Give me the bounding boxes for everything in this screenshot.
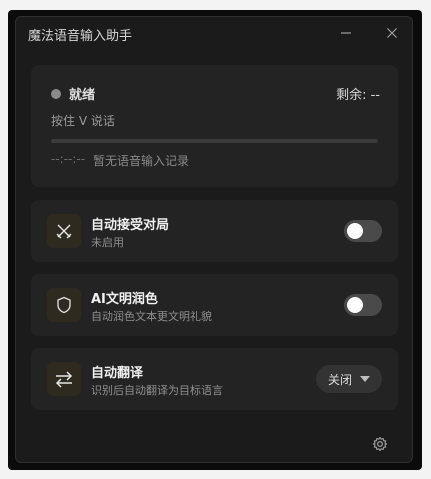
status-label: 就绪 bbox=[69, 88, 96, 103]
feature-icon-box bbox=[47, 362, 81, 396]
feature-auto-translate: 自动翻译 识别后自动翻译为目标语言 关闭 bbox=[31, 348, 398, 410]
swap-arrows-icon bbox=[55, 371, 73, 388]
settings-button[interactable] bbox=[371, 435, 389, 453]
toggle-knob bbox=[347, 223, 363, 239]
feature-description: 未启用 bbox=[91, 236, 124, 249]
shield-icon bbox=[57, 296, 71, 314]
status-indicator-dot bbox=[51, 89, 61, 99]
minimize-button[interactable] bbox=[332, 21, 360, 45]
app-window: 魔法语音输入助手 就绪 剩余: -- 按住 V 说话 --:--:-- 暂无语音… bbox=[15, 16, 413, 463]
feature-icon-box bbox=[47, 214, 81, 248]
close-button[interactable] bbox=[378, 21, 406, 45]
window-title: 魔法语音输入助手 bbox=[28, 29, 133, 44]
title-bar[interactable]: 魔法语音输入助手 bbox=[16, 17, 412, 49]
feature-description: 自动润色文本更文明礼貌 bbox=[91, 310, 212, 323]
no-record-text: 暂无语音输入记录 bbox=[93, 154, 190, 168]
feature-description: 识别后自动翻译为目标语言 bbox=[91, 384, 223, 397]
feature-name: 自动翻译 bbox=[91, 366, 144, 381]
feature-icon-box bbox=[47, 288, 81, 322]
ai-polish-toggle[interactable] bbox=[344, 294, 382, 316]
minimize-icon bbox=[341, 32, 351, 34]
feature-ai-polish: AI文明润色 自动润色文本更文明礼貌 bbox=[31, 274, 398, 336]
feature-name: AI文明润色 bbox=[91, 292, 158, 307]
feature-name: 自动接受对局 bbox=[91, 218, 170, 233]
gear-icon bbox=[372, 436, 388, 452]
push-to-talk-hint: 按住 V 说话 bbox=[51, 114, 115, 128]
last-input-time: --:--:-- bbox=[51, 152, 86, 166]
status-card: 就绪 剩余: -- 按住 V 说话 --:--:-- 暂无语音输入记录 bbox=[31, 65, 398, 187]
select-value: 关闭 bbox=[327, 372, 352, 387]
close-icon bbox=[387, 28, 397, 38]
crossed-swords-icon bbox=[56, 224, 72, 239]
feature-auto-accept: 自动接受对局 未启用 bbox=[31, 200, 398, 262]
remaining-count: 剩余: -- bbox=[336, 88, 380, 103]
chevron-down-icon bbox=[360, 376, 370, 382]
toggle-knob bbox=[347, 297, 363, 313]
progress-bar bbox=[51, 139, 378, 143]
auto-accept-toggle[interactable] bbox=[344, 220, 382, 242]
translate-language-select[interactable]: 关闭 bbox=[316, 365, 382, 393]
